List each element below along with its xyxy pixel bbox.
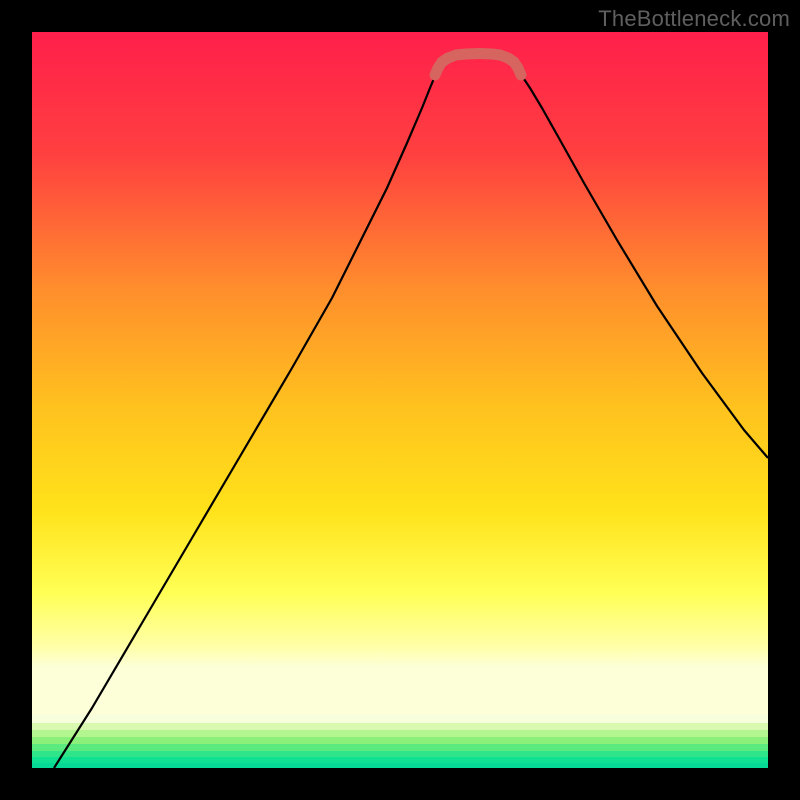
plot-area	[32, 32, 768, 768]
sweet-spot	[435, 54, 521, 76]
chart-frame: TheBottleneck.com	[0, 0, 800, 800]
watermark-text: TheBottleneck.com	[598, 6, 790, 32]
bottleneck-curve	[54, 64, 442, 768]
bottleneck-curve-right	[512, 64, 768, 458]
curve-layer	[32, 32, 768, 768]
